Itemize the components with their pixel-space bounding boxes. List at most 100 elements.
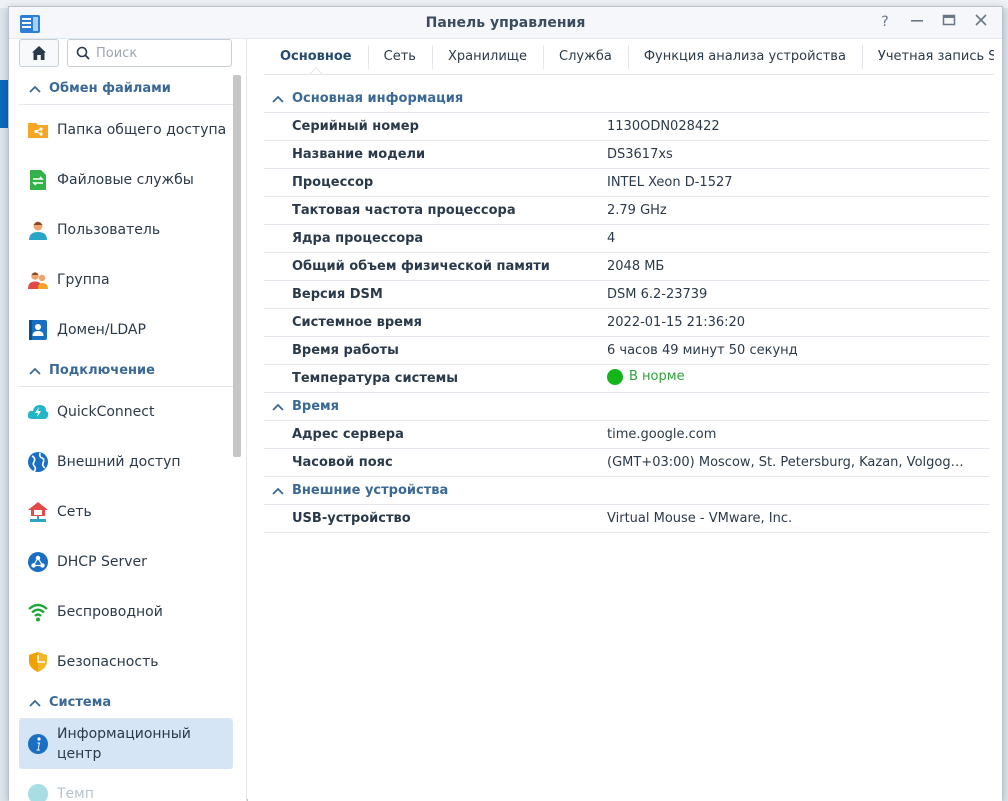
- sidebar-item-security[interactable]: Безопасность: [19, 637, 233, 687]
- row-value: 1130ODN028422: [607, 119, 720, 134]
- info-row-cpu: Процессор INTEL Xeon D-1527: [264, 169, 990, 197]
- tab-service[interactable]: Служба: [543, 39, 628, 74]
- sidebar-nav: Обмен файлами Папка общего доступа Файло…: [19, 73, 233, 801]
- tab-network[interactable]: Сеть: [367, 39, 432, 74]
- sidebar-item-external-access[interactable]: Внешний доступ: [19, 437, 233, 487]
- chevron-up-icon: [272, 95, 284, 103]
- sidebar-item-dhcp-server[interactable]: DHCP Server: [19, 537, 233, 587]
- row-label: Тактовая частота процессора: [292, 203, 516, 218]
- row-value: time.google.com: [607, 427, 717, 442]
- sidebar-item-label: DHCP Server: [57, 554, 147, 570]
- group-header-file-sharing[interactable]: Обмен файлами: [19, 73, 233, 105]
- sidebar-item-theme[interactable]: Темп: [19, 769, 233, 801]
- row-label: Общий объем физической памяти: [292, 259, 550, 274]
- title-bar[interactable]: Панель управления ?: [9, 7, 1002, 39]
- maximize-icon[interactable]: [940, 13, 958, 31]
- group-header-system[interactable]: Система: [19, 687, 233, 719]
- search-input[interactable]: [94, 44, 224, 62]
- info-row-memory: Общий объем физической памяти 2048 МБ: [264, 253, 990, 281]
- info-row-dsm-version: Версия DSM DSM 6.2-23739: [264, 281, 990, 309]
- chevron-up-icon: [272, 403, 284, 411]
- sidebar-item-info-center[interactable]: Информационный центр: [19, 719, 233, 769]
- help-icon[interactable]: ?: [876, 13, 894, 31]
- sidebar-item-group[interactable]: Группа: [19, 255, 233, 305]
- row-value: INTEL Xeon D-1527: [607, 175, 733, 190]
- sidebar-item-label: QuickConnect: [57, 404, 155, 420]
- sidebar-scrollbar[interactable]: [233, 75, 241, 457]
- row-value: В норме: [607, 368, 990, 389]
- status-ok-icon: [607, 368, 623, 385]
- info-icon: [28, 734, 48, 754]
- row-label: Время работы: [292, 343, 399, 358]
- row-value: 2022-01-15 21:36:20: [607, 315, 746, 330]
- theme-icon: [28, 784, 48, 801]
- sidebar-item-label: Папка общего доступа: [57, 122, 227, 138]
- home-button[interactable]: [19, 39, 59, 67]
- chevron-up-icon: [29, 699, 41, 707]
- sidebar-item-user[interactable]: Пользователь: [19, 205, 233, 255]
- tab-synology-account[interactable]: Учетная запись Synology: [861, 39, 994, 74]
- row-value: DS3617xs: [607, 147, 673, 162]
- close-icon[interactable]: [972, 13, 990, 31]
- sidebar-item-label: Файловые службы: [57, 172, 194, 188]
- group-label: Система: [49, 695, 112, 710]
- row-value: 2048 МБ: [607, 259, 665, 274]
- group-header-connectivity[interactable]: Подключение: [19, 355, 233, 387]
- info-row-usb-device: USB-устройство Virtual Mouse - VMware, In…: [264, 505, 990, 533]
- sidebar-item-label: Безопасность: [57, 654, 159, 670]
- status-text: В норме: [629, 369, 685, 384]
- sidebar-item-quickconnect[interactable]: QuickConnect: [19, 387, 233, 437]
- sidebar-item-label: Темп: [57, 786, 94, 801]
- tab-bar: Основное Сеть Хранилище Служба Функция а…: [264, 39, 994, 75]
- section-title: Внешние устройства: [292, 483, 449, 498]
- file-services-icon: [30, 170, 46, 190]
- info-row-serial: Серийный номер 1130ODN028422: [264, 113, 990, 141]
- row-label: Адрес сервера: [292, 427, 404, 442]
- group-label: Подключение: [49, 363, 155, 378]
- sidebar-item-label: Беспроводной: [57, 604, 163, 620]
- sidebar-item-network[interactable]: Сеть: [19, 487, 233, 537]
- sidebar: Обмен файлами Папка общего доступа Файло…: [9, 39, 247, 801]
- domain-ldap-icon: [29, 320, 47, 340]
- row-label: Температура системы: [292, 371, 459, 386]
- wifi-icon: [28, 603, 48, 622]
- sidebar-item-wireless[interactable]: Беспроводной: [19, 587, 233, 637]
- tab-device-analytics[interactable]: Функция анализа устройства: [627, 39, 862, 74]
- row-label: Название модели: [292, 147, 426, 162]
- info-row-ntp-server: Адрес сервера time.google.com: [264, 421, 990, 449]
- sidebar-item-label: Группа: [57, 272, 110, 288]
- info-row-cpu-clock: Тактовая частота процессора 2.79 GHz: [264, 197, 990, 225]
- tab-storage[interactable]: Хранилище: [431, 39, 543, 74]
- row-value: 2.79 GHz: [607, 203, 667, 218]
- sidebar-item-file-services[interactable]: Файловые службы: [19, 155, 233, 205]
- section-header-external-devices[interactable]: Внешние устройства: [264, 477, 990, 505]
- sidebar-item-label: Пользователь: [57, 222, 161, 238]
- row-label: USB-устройство: [292, 511, 411, 526]
- row-value: 4: [607, 231, 616, 246]
- status-badge: В норме: [607, 368, 685, 385]
- info-row-timezone: Часовой пояс (GMT+03:00) Moscow, St. Pete…: [264, 449, 990, 477]
- section-title: Время: [292, 399, 340, 414]
- info-row-system-time: Системное время 2022-01-15 21:36:20: [264, 309, 990, 337]
- globe-icon: [28, 452, 48, 472]
- section-header-time[interactable]: Время: [264, 393, 990, 421]
- sidebar-item-label: Домен/LDAP: [57, 322, 146, 338]
- search-box[interactable]: [67, 39, 232, 67]
- sidebar-item-shared-folder[interactable]: Папка общего доступа: [19, 105, 233, 155]
- sidebar-item-label: Информационный центр: [57, 726, 191, 762]
- sidebar-item-domain-ldap[interactable]: Домен/LDAP: [19, 305, 233, 355]
- row-label: Ядра процессора: [292, 231, 424, 246]
- tab-general[interactable]: Основное: [264, 39, 368, 74]
- minimize-icon[interactable]: [908, 13, 926, 31]
- shared-folder-icon: [28, 123, 48, 138]
- row-label: Часовой пояс: [292, 455, 393, 470]
- group-icon: [28, 272, 48, 289]
- network-icon: [28, 502, 48, 522]
- chevron-up-icon: [29, 367, 41, 375]
- section-header-basic[interactable]: Основная информация: [264, 85, 990, 113]
- shield-icon: [29, 652, 47, 672]
- sidebar-item-label: Сеть: [57, 504, 92, 520]
- window-title: Панель управления: [425, 15, 586, 31]
- main-panel: Основное Сеть Хранилище Служба Функция а…: [248, 39, 1002, 801]
- background-window-edge: [0, 80, 8, 128]
